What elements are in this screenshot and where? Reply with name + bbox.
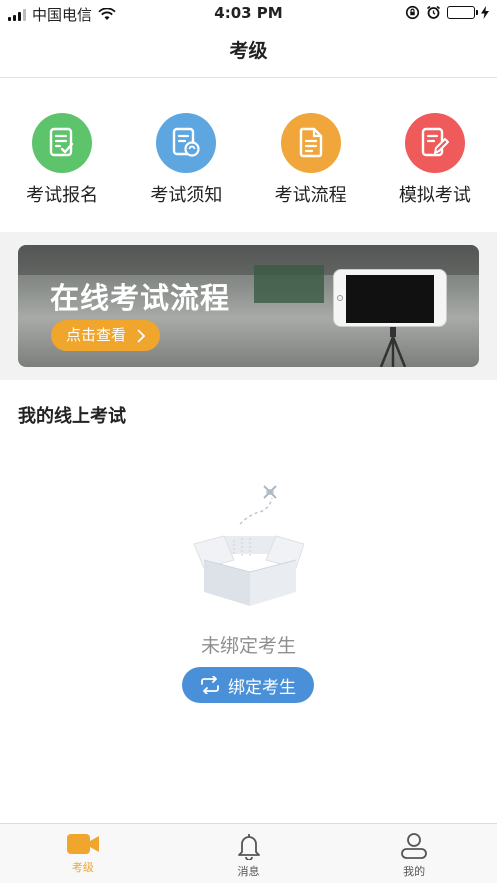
status-right [405, 5, 489, 20]
tripod-icon [379, 327, 407, 367]
notice-refresh-icon [156, 113, 217, 173]
video-camera-icon [66, 834, 99, 854]
bind-button-label: 绑定考生 [228, 677, 296, 698]
swap-icon [201, 676, 219, 694]
menu-item-process[interactable]: 考试流程 [249, 78, 373, 232]
bell-icon [237, 834, 260, 860]
nav-title: 考级 [0, 26, 497, 78]
menu-label: 考试须知 [150, 185, 223, 206]
alarm-icon [427, 5, 440, 19]
banner-title: 在线考试流程 [50, 281, 231, 315]
menu-label: 考试流程 [274, 185, 347, 206]
phone-illustration [333, 269, 447, 327]
status-bar: 中国电信 4:03 PM [0, 0, 497, 26]
menu-label: 考试报名 [26, 185, 99, 206]
tab-label: 考级 [71, 861, 94, 874]
online-exam-banner[interactable]: 在线考试流程 点击查看 [18, 245, 479, 367]
banner-button-label: 点击查看 [66, 326, 127, 344]
empty-box-icon [193, 485, 305, 606]
menu-item-registration[interactable]: 考试报名 [0, 78, 124, 232]
battery-icon [447, 6, 478, 19]
charging-bolt-icon [481, 6, 489, 19]
document-icon [280, 113, 341, 173]
menu-item-mock-exam[interactable]: 模拟考试 [373, 78, 497, 232]
orientation-lock-icon [405, 5, 420, 20]
empty-state-message: 未绑定考生 [200, 635, 296, 657]
tab-exam[interactable]: 考级 [0, 824, 166, 883]
menu-label: 模拟考试 [398, 185, 471, 206]
banner-view-button[interactable]: 点击查看 [51, 320, 160, 351]
banner-blackboard [254, 265, 324, 303]
my-exams-title: 我的线上考试 [18, 406, 126, 427]
tab-profile[interactable]: 我的 [331, 824, 497, 883]
tab-messages[interactable]: 消息 [166, 824, 332, 883]
form-check-icon [32, 113, 93, 173]
bind-candidate-button[interactable]: 绑定考生 [182, 667, 314, 703]
edit-document-icon [404, 113, 465, 173]
banner-section: 在线考试流程 点击查看 [0, 232, 497, 380]
menu-item-notice[interactable]: 考试须知 [124, 78, 248, 232]
chevron-right-icon [137, 329, 146, 343]
tab-label: 我的 [403, 865, 426, 878]
tab-bar: 考级 消息 我的 [0, 823, 497, 883]
quick-menu: 考试报名 考试须知 考试流程 模拟考试 [0, 78, 497, 232]
tab-label: 消息 [237, 865, 260, 878]
user-icon [401, 833, 428, 859]
